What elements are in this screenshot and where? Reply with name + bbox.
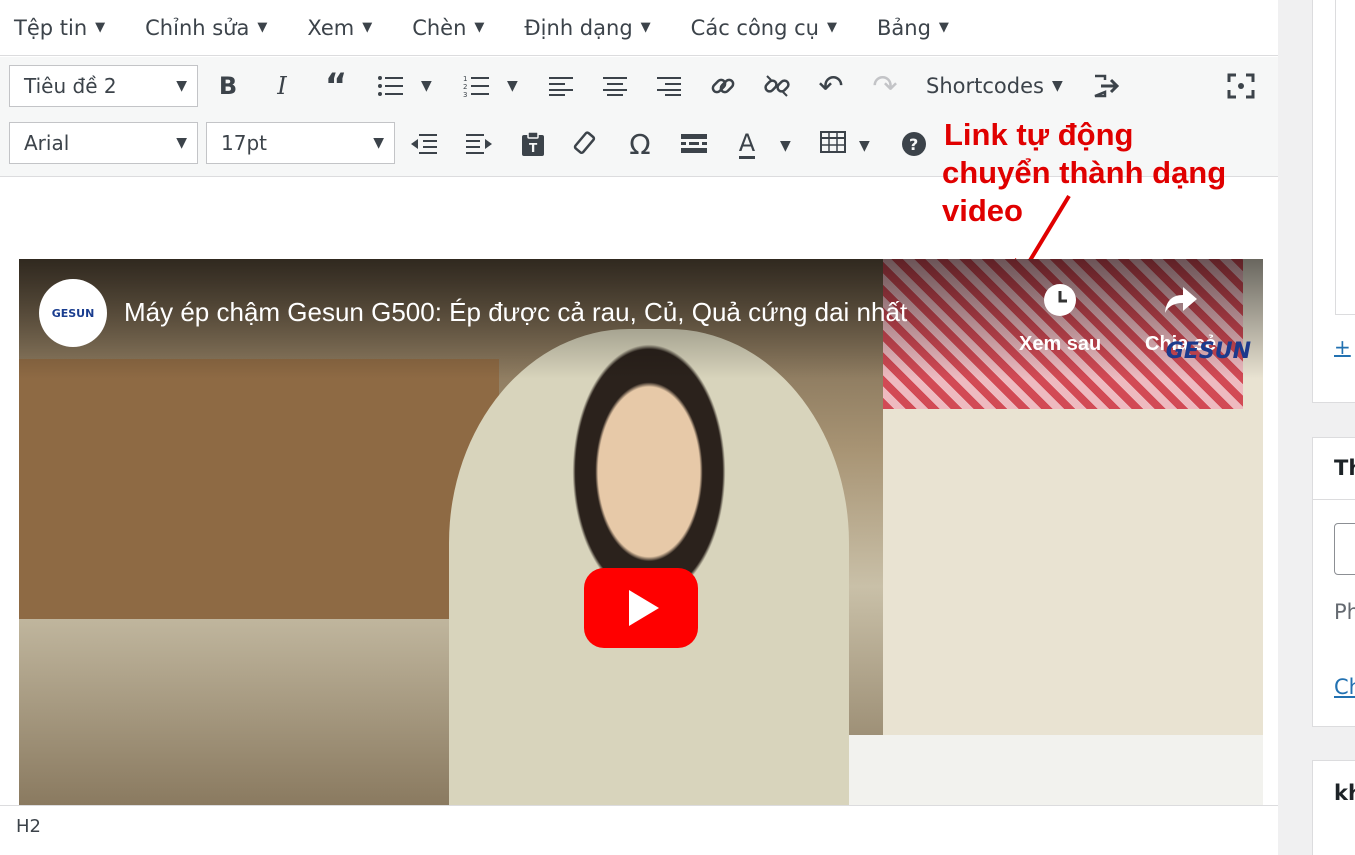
sidebar-text-1: Ph xyxy=(1334,600,1355,624)
caret-down-icon: ▼ xyxy=(176,78,187,94)
caret-down-icon: ▼ xyxy=(362,20,373,35)
undo-icon[interactable]: ↶ xyxy=(811,66,851,106)
sidebar: + Th Ph Ch kh xyxy=(1278,0,1355,855)
sidebar-link-1[interactable]: Ch xyxy=(1334,675,1355,699)
watch-later-button[interactable]: Xem sau xyxy=(1019,283,1101,356)
bold-icon[interactable]: B xyxy=(208,66,248,106)
menu-format-label: Định dạng xyxy=(524,15,633,40)
font-size-value: 17pt xyxy=(221,131,267,155)
sidebar-box-1: + xyxy=(1312,0,1355,403)
sidebar-input[interactable] xyxy=(1334,523,1355,575)
clear-format-icon[interactable] xyxy=(566,124,606,164)
caret-down-icon[interactable]: ▼ xyxy=(1052,78,1063,94)
special-character-icon[interactable]: Ω xyxy=(620,124,660,164)
redo-icon[interactable]: ↷ xyxy=(865,66,905,106)
font-size-select[interactable]: 17pt ▼ xyxy=(206,122,395,164)
shortcodes-button[interactable]: Shortcodes xyxy=(926,74,1044,98)
paste-text-icon[interactable]: T xyxy=(513,124,553,164)
help-icon[interactable]: ? xyxy=(894,124,934,164)
editor-panel: Tệp tin ▼ Chỉnh sửa ▼ Xem ▼ Chèn ▼ Định dạng… xyxy=(0,0,1278,855)
menu-table-label: Bảng xyxy=(876,15,931,40)
blockquote-icon[interactable]: “ xyxy=(316,66,356,106)
text-color-icon[interactable]: A xyxy=(727,124,767,164)
svg-text:T: T xyxy=(529,141,538,155)
sidebar-heading-2: kh xyxy=(1334,781,1355,805)
menu-view[interactable]: Xem ▼ xyxy=(299,6,380,50)
menu-table[interactable]: Bảng ▼ xyxy=(869,6,957,50)
status-bar: H2 xyxy=(0,805,1278,855)
menu-bar: Tệp tin ▼ Chỉnh sửa ▼ Xem ▼ Chèn ▼ Định dạng… xyxy=(0,0,1278,56)
menu-file[interactable]: Tệp tin ▼ xyxy=(6,6,113,50)
sidebar-box-2: Th Ph Ch xyxy=(1312,437,1355,727)
menu-view-label: Xem xyxy=(307,15,355,40)
caret-down-icon[interactable]: ▼ xyxy=(507,78,518,94)
sidebar-box-3: kh xyxy=(1312,760,1355,855)
caret-down-icon: ▼ xyxy=(95,20,106,35)
sidebar-list-area xyxy=(1335,0,1355,315)
format-select-value: Tiêu đề 2 xyxy=(24,74,117,98)
read-more-icon[interactable] xyxy=(674,124,714,164)
caret-down-icon: ▼ xyxy=(176,135,187,151)
sidebar-box-2-header: Th xyxy=(1313,438,1355,500)
share-icon xyxy=(1145,283,1216,325)
align-center-icon[interactable] xyxy=(595,66,635,106)
font-family-value: Arial xyxy=(24,131,70,155)
video-title[interactable]: Máy ép chậm Gesun G500: Ép được cả rau, … xyxy=(124,297,907,328)
video-scene-counter xyxy=(843,735,1263,805)
annotation-line-1: Link tự động xyxy=(944,117,1134,152)
play-button[interactable] xyxy=(584,568,698,648)
play-icon xyxy=(629,590,659,626)
exit-icon[interactable] xyxy=(1086,66,1126,106)
align-right-icon[interactable] xyxy=(649,66,689,106)
unlink-icon[interactable] xyxy=(757,66,797,106)
caret-down-icon: ▼ xyxy=(938,20,949,35)
video-scene-shelf xyxy=(19,359,499,619)
caret-down-icon[interactable]: ▼ xyxy=(780,138,791,154)
italic-icon[interactable]: I xyxy=(262,66,302,106)
menu-format[interactable]: Định dạng ▼ xyxy=(516,6,658,50)
video-embed[interactable]: GESUN Máy ép chậm Gesun G500: Ép được cả… xyxy=(19,259,1263,805)
menu-insert[interactable]: Chèn ▼ xyxy=(404,6,492,50)
font-family-select[interactable]: Arial ▼ xyxy=(9,122,198,164)
caret-down-icon: ▼ xyxy=(640,20,651,35)
menu-tools-label: Các công cụ xyxy=(690,15,819,40)
svg-text:2: 2 xyxy=(463,83,467,91)
watch-later-label: Xem sau xyxy=(1019,333,1102,355)
table-icon[interactable] xyxy=(813,122,853,162)
menu-insert-label: Chèn xyxy=(412,15,467,40)
svg-text:3: 3 xyxy=(463,91,467,97)
menu-file-label: Tệp tin xyxy=(14,15,88,40)
clock-icon xyxy=(1019,283,1101,325)
fullscreen-icon[interactable] xyxy=(1221,66,1261,106)
outdent-icon[interactable] xyxy=(404,124,444,164)
svg-text:?: ? xyxy=(909,135,918,154)
menu-edit[interactable]: Chỉnh sửa ▼ xyxy=(137,6,275,50)
channel-name: GESUN xyxy=(51,306,95,320)
svg-text:1: 1 xyxy=(463,75,467,83)
indent-icon[interactable] xyxy=(459,124,499,164)
video-scene-person xyxy=(449,329,849,805)
menu-tools[interactable]: Các công cụ ▼ xyxy=(683,6,845,50)
caret-down-icon[interactable]: ▼ xyxy=(421,78,432,94)
caret-down-icon: ▼ xyxy=(474,20,485,35)
text-color-glyph: A xyxy=(738,128,756,159)
caret-down-icon: ▼ xyxy=(257,20,268,35)
numbered-list-icon[interactable]: 123 xyxy=(456,66,496,106)
link-icon[interactable] xyxy=(703,66,743,106)
align-left-icon[interactable] xyxy=(541,66,581,106)
toolbar-row-1: Tiêu đề 2 ▼ B I “ ▼ 123 ▼ ↶ ↷ Shortcodes… xyxy=(0,57,1278,115)
add-new-link[interactable]: + xyxy=(1334,335,1351,359)
caret-down-icon: ▼ xyxy=(826,20,837,35)
caret-down-icon: ▼ xyxy=(373,135,384,151)
annotation-callout: Link tự động chuyển thành dạng video xyxy=(942,116,1278,230)
annotation-line-2: chuyển thành dạng video xyxy=(942,155,1227,228)
channel-avatar[interactable]: GESUN xyxy=(39,279,107,347)
element-path[interactable]: H2 xyxy=(16,816,41,837)
format-select[interactable]: Tiêu đề 2 ▼ xyxy=(9,65,198,107)
bullet-list-icon[interactable] xyxy=(370,66,410,106)
menu-edit-label: Chỉnh sửa xyxy=(145,15,250,40)
brand-watermark: GESUN xyxy=(1165,339,1251,364)
caret-down-icon[interactable]: ▼ xyxy=(859,138,870,154)
sidebar-heading-1: Th xyxy=(1334,456,1355,480)
